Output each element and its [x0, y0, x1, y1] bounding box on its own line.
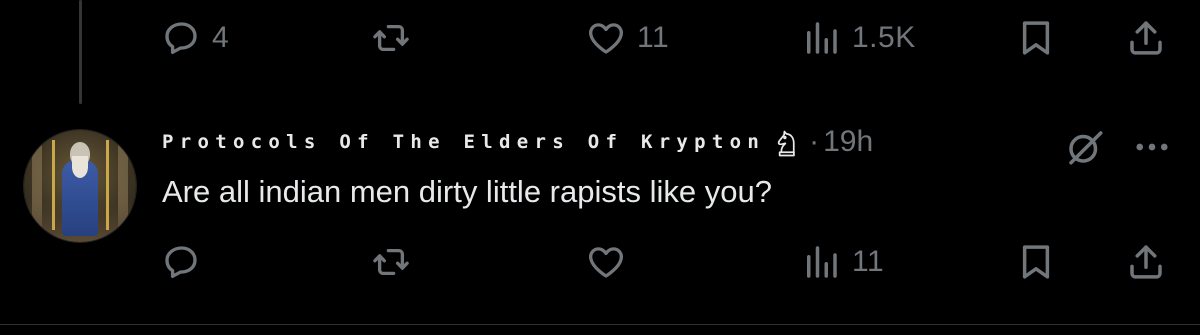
share-upload-icon — [1130, 245, 1162, 279]
share-button[interactable] — [1125, 238, 1167, 286]
avatar-staff-right — [106, 140, 109, 230]
reply-post-action-bar: 11 — [160, 238, 1180, 286]
views-button[interactable]: 1.5K — [800, 14, 916, 62]
reply-button[interactable]: 4 — [160, 14, 229, 62]
parent-post-action-bar: 4 11 1.5K — [160, 14, 1180, 62]
reply-count: 4 — [212, 21, 230, 54]
tweet-timestamp[interactable]: 19h — [823, 125, 873, 159]
views-count: 1.5K — [852, 21, 916, 54]
avatar-beard — [72, 156, 88, 178]
more-dots-icon[interactable] — [1130, 126, 1174, 168]
tweet-text: Are all indian men dirty little rapists … — [162, 174, 772, 209]
tweet-divider — [0, 324, 1200, 325]
retweet-button[interactable] — [370, 14, 422, 62]
author-avatar[interactable] — [24, 130, 136, 242]
speech-bubble-icon — [165, 246, 197, 279]
share-upload-icon — [1130, 21, 1162, 55]
bookmark-button[interactable] — [1015, 238, 1057, 286]
retweet-icon — [373, 24, 409, 52]
heart-icon — [589, 23, 623, 54]
bookmark-icon — [1022, 21, 1050, 55]
author-display-name[interactable]: Protocols Of The Elders Of Krypton — [162, 131, 765, 153]
tweet-header: Protocols Of The Elders Of Krypton · 19h — [162, 124, 873, 160]
retweet-button[interactable] — [370, 238, 422, 286]
views-count: 11 — [852, 245, 885, 278]
header-separator: · — [809, 125, 820, 158]
bookmark-icon — [1022, 245, 1050, 279]
thread-connector-line — [79, 0, 82, 104]
like-button[interactable] — [585, 238, 637, 286]
like-button[interactable]: 11 — [585, 14, 669, 62]
chess-knight-badge-icon — [777, 130, 795, 157]
heart-icon — [589, 247, 623, 278]
reply-button[interactable] — [160, 238, 212, 286]
bar-chart-icon — [807, 246, 837, 278]
like-count: 11 — [637, 21, 670, 54]
reply-tweet: Protocols Of The Elders Of Krypton · 19h… — [24, 124, 1184, 242]
retweet-icon — [373, 248, 409, 276]
speech-bubble-icon — [165, 22, 197, 55]
bar-chart-icon — [807, 22, 837, 54]
avatar-staff-left — [52, 140, 55, 230]
grok-icon[interactable] — [1064, 126, 1106, 168]
views-button[interactable]: 11 — [800, 238, 884, 286]
share-button[interactable] — [1125, 14, 1167, 62]
bookmark-button[interactable] — [1015, 14, 1057, 62]
